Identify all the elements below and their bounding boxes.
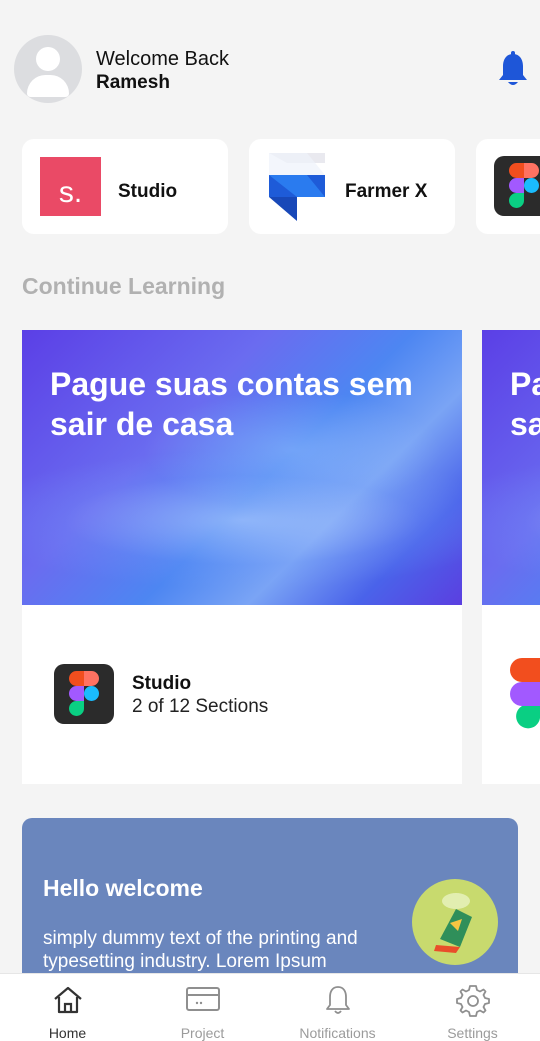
nav-item-home[interactable]: Home xyxy=(0,974,135,1041)
shoe-badge xyxy=(412,879,498,965)
figma-icon xyxy=(510,658,540,729)
shoe-icon xyxy=(434,893,472,953)
welcome-card-title: Hello welcome xyxy=(43,875,203,901)
avatar-body xyxy=(27,75,69,97)
app-card-studio[interactable]: s. Studio xyxy=(22,139,228,234)
course-card[interactable]: Pague suas contas sem sair de casa Studi… xyxy=(22,330,462,784)
figma-icon xyxy=(509,163,539,208)
bell-icon xyxy=(325,986,350,1014)
studio-logo: s. xyxy=(40,157,101,216)
nav-label: Settings xyxy=(447,1025,498,1041)
framer-logo-icon xyxy=(269,153,325,221)
figma-app-icon xyxy=(494,156,540,216)
section-title: Continue Learning xyxy=(22,273,226,299)
welcome-card-text: simply dummy text of the printing and ty… xyxy=(43,928,358,972)
user-name: Ramesh xyxy=(96,72,170,93)
figma-app-icon xyxy=(54,664,114,724)
app-shortcuts: s. Studio Farmer X xyxy=(22,139,540,235)
app-name: Studio xyxy=(118,181,178,202)
home-icon xyxy=(53,986,82,1014)
app-name: Farmer X xyxy=(345,181,428,202)
nav-item-settings[interactable]: Settings xyxy=(405,974,540,1041)
gear-icon xyxy=(455,985,490,1017)
course-info xyxy=(482,605,540,784)
avatar[interactable] xyxy=(14,35,82,103)
course-banner-text: Pague suas contas sem sair de casa xyxy=(50,366,413,442)
nav-item-project[interactable]: Project xyxy=(135,974,270,1041)
header: Welcome Back Ramesh xyxy=(14,35,540,105)
project-icon xyxy=(185,987,220,1011)
app-card-farmer-x[interactable]: Farmer X xyxy=(249,139,455,234)
nav-label: Home xyxy=(48,1025,87,1041)
app-card-figma[interactable] xyxy=(476,139,540,234)
bottom-nav: Home Project Notifications Settings xyxy=(0,973,540,1041)
nav-label: Notifications xyxy=(299,1025,376,1041)
nav-item-notifications[interactable]: Notifications xyxy=(270,974,405,1041)
bell-icon[interactable] xyxy=(497,51,529,89)
course-carousel[interactable]: Pague suas contas sem sair de casa Studi… xyxy=(22,330,540,784)
course-info: Studio 2 of 12 Sections xyxy=(22,605,462,784)
course-name: Studio xyxy=(132,673,192,694)
welcome-text: Welcome Back xyxy=(96,48,230,70)
course-progress: 2 of 12 Sections xyxy=(132,696,269,717)
figma-icon xyxy=(69,671,99,716)
nav-label: Project xyxy=(180,1025,225,1041)
course-banner: Pague suas contas sem sair de casa xyxy=(22,330,462,605)
course-banner-text: Pague suas contas sem sair de casa xyxy=(510,366,540,442)
avatar-head xyxy=(36,47,60,71)
welcome-card[interactable]: Hello welcome simply dummy text of the p… xyxy=(22,818,518,998)
course-banner: Pague suas contas sem sair de casa xyxy=(482,330,540,605)
course-card[interactable]: Pague suas contas sem sair de casa xyxy=(482,330,540,784)
